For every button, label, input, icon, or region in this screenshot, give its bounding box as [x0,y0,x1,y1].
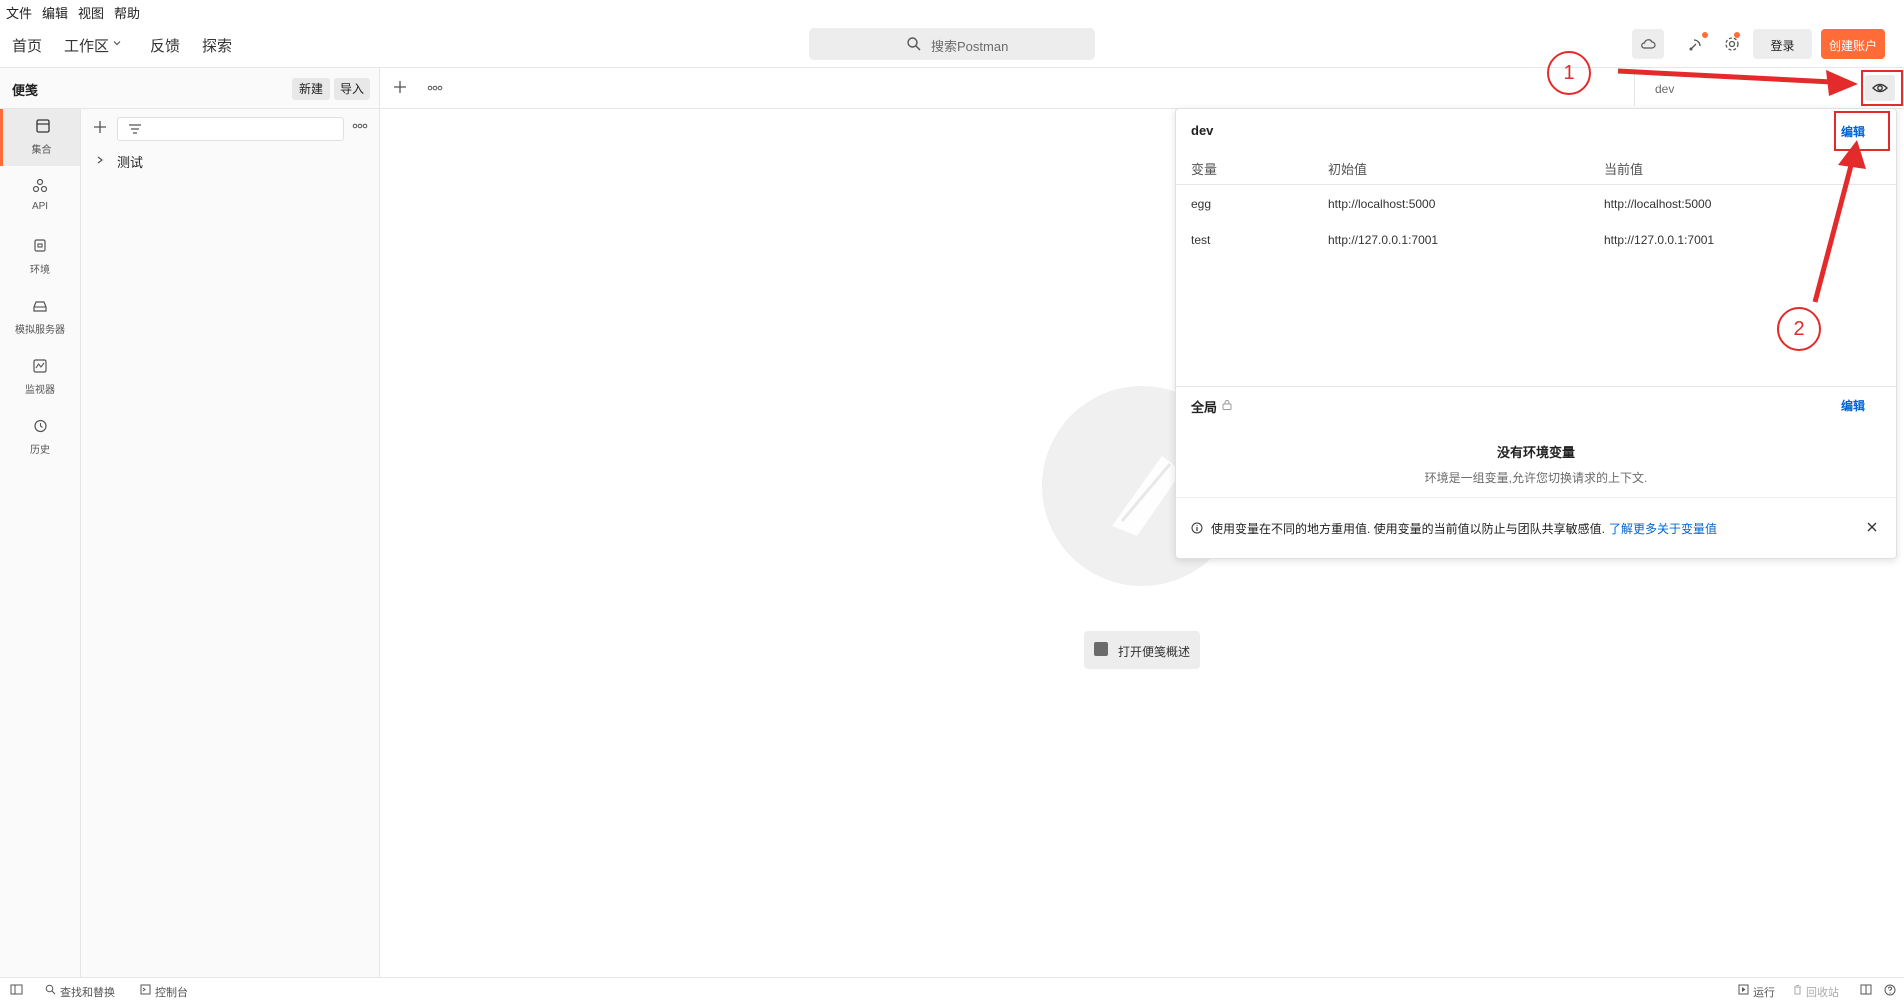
nav-explore[interactable]: 探索 [202,35,232,56]
info-icon [1191,522,1203,534]
settings-dot [1734,32,1740,38]
sync-cloud-button[interactable] [1632,29,1664,59]
annotation-box-edit [1834,111,1890,151]
info-text: 使用变量在不同的地方重用值. 使用变量的当前值以防止与团队共享敏感值. [1211,522,1606,536]
collection-name: 测试 [117,155,144,170]
sidebar-header: 便笺 新建 导入 [0,68,379,109]
search-icon [45,984,56,995]
toggle-sidebar-icon[interactable] [10,984,23,995]
environment-select[interactable]: dev [1634,70,1850,106]
open-overview-button[interactable]: 打开便笺概述 [1084,631,1200,669]
environment-icon [32,238,48,254]
more-options-icon[interactable] [352,122,368,130]
sidebar-item-label: 历史 [30,445,50,456]
tab-more-icon[interactable] [427,84,443,92]
sidebar-item-collections[interactable]: 集合 [0,108,80,166]
runner-icon [1738,984,1749,995]
collections-icon [35,118,51,134]
column-header-current: 当前值 [1604,162,1644,177]
trash-icon [1792,984,1803,995]
learn-more-link[interactable]: 了解更多关于变量值 [1609,520,1717,537]
filter-icon [128,122,142,136]
globals-edit-link[interactable]: 编辑 [1841,397,1865,414]
environment-selected: dev [1655,82,1675,96]
notification-dot [1702,32,1708,38]
table-cell: http://127.0.0.1:7001 [1604,233,1715,247]
console-button[interactable]: 控制台 [155,984,188,1000]
chevron-down-icon [1837,82,1847,92]
close-icon[interactable] [1866,521,1878,533]
divider [1176,497,1896,498]
lock-icon [1222,399,1232,410]
open-overview-label: 打开便笺概述 [1118,645,1191,659]
monitor-icon [32,358,48,374]
sidebar-item-label: 监视器 [25,385,55,396]
sidebar-item-label: 模拟服务器 [15,325,65,336]
mock-server-icon [32,298,48,314]
sidebar-item-monitor[interactable]: 监视器 [0,348,80,406]
status-bar: 查找和替换 控制台 运行 回收站 [0,977,1904,1002]
sidebar-item-api[interactable]: API [0,168,80,226]
no-vars-title: 没有环境变量 [1496,445,1575,460]
runner-button[interactable]: 运行 [1753,984,1775,1000]
sidebar-rail: 集合 API 环境 模拟服务器 监视器 历史 [0,68,81,977]
sidebar-item-history[interactable]: 历史 [0,408,80,466]
sidebar-item-mock-server[interactable]: 模拟服务器 [0,288,80,346]
collection-filter-input[interactable] [117,117,344,141]
search-input[interactable]: 搜索Postman [809,28,1095,60]
env-name: dev [1191,123,1214,138]
menu-bar: 文件 编辑 视图 帮助 [0,0,1904,21]
create-account-label: 创建账户 [1828,39,1877,53]
trash-button[interactable]: 回收站 [1806,984,1839,1000]
history-icon [32,418,48,434]
login-label: 登录 [1770,39,1795,53]
gear-icon[interactable] [1724,36,1740,52]
create-account-button[interactable]: 创建账户 [1821,29,1885,59]
table-cell: egg [1191,197,1212,211]
console-icon [140,984,151,995]
column-header-variable: 变量 [1191,162,1218,177]
workspace-title: 便笺 [12,83,39,98]
api-icon [32,178,48,194]
sidebar-item-label: 环境 [30,265,50,276]
no-vars-desc: 环境是一组变量,允许您切换请求的上下文. [1424,471,1648,485]
table-cell: http://localhost:5000 [1604,197,1712,211]
open-external-icon [1094,642,1108,656]
nav-workspace[interactable]: 工作区 [64,35,109,56]
add-collection-icon[interactable] [93,120,107,134]
divider [1176,386,1896,387]
divider [1176,184,1896,185]
new-tab-icon[interactable] [393,80,407,94]
sidebar-item-label: 集合 [31,145,52,156]
find-replace-button[interactable]: 查找和替换 [60,984,115,1000]
sidebar-item-label: API [31,201,49,212]
search-icon [906,36,922,52]
nav-home[interactable]: 首页 [12,35,42,56]
chevron-down-icon[interactable] [112,38,122,48]
table-cell: http://localhost:5000 [1328,197,1436,211]
satellite-icon[interactable] [1688,36,1704,52]
help-icon[interactable] [1884,984,1896,996]
globals-title: 全局 [1191,400,1218,415]
annotation-box-eye [1861,70,1903,106]
sidebar-item-environment[interactable]: 环境 [0,228,80,286]
table-cell: test [1191,233,1211,247]
annotation-marker-1: 1 [1547,51,1591,95]
nav-feedback[interactable]: 反馈 [150,35,180,56]
new-button[interactable]: 新建 [292,78,330,100]
search-placeholder: 搜索Postman [931,39,1009,54]
table-cell: http://127.0.0.1:7001 [1328,233,1439,247]
collections-panel [81,68,380,977]
annotation-marker-2: 2 [1777,307,1821,351]
login-button[interactable]: 登录 [1753,29,1812,59]
cloud-icon [1640,36,1656,52]
chevron-right-icon [95,155,105,165]
two-pane-icon[interactable] [1860,984,1872,995]
import-button[interactable]: 导入 [334,78,370,100]
column-header-initial: 初始值 [1328,162,1368,177]
